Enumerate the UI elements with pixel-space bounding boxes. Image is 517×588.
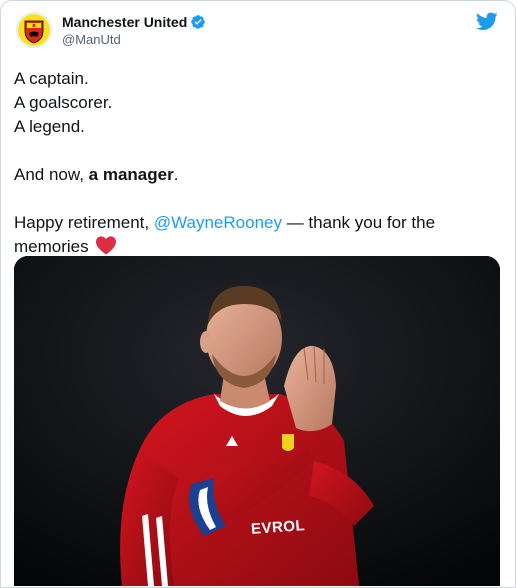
bold-phrase: a manager <box>88 165 174 184</box>
crest-avatar[interactable] <box>16 12 52 48</box>
verified-badge-icon <box>191 15 206 29</box>
text-paragraph: And now, a manager. <box>14 165 179 184</box>
text-line: A legend. <box>14 117 85 136</box>
text-line: A goalscorer. <box>14 93 113 112</box>
mention-link[interactable]: @WayneRooney <box>154 213 282 232</box>
manchester-united-crest-icon <box>18 14 50 46</box>
twitter-bird-icon[interactable] <box>476 10 498 32</box>
user-handle[interactable]: @ManUtd <box>62 32 121 47</box>
tweet-photo[interactable]: EVROL <box>14 256 500 586</box>
text-line: A captain. <box>14 69 89 88</box>
text-paragraph: Happy retirement, @WayneRooney — thank y… <box>14 213 436 256</box>
heart-icon <box>96 236 117 255</box>
tweet-text: A captain. A goalscorer. A legend. And n… <box>14 67 484 259</box>
display-name[interactable]: Manchester United <box>62 14 187 30</box>
tweet-card[interactable]: Manchester United @ManUtd A captain. A g… <box>0 0 516 588</box>
